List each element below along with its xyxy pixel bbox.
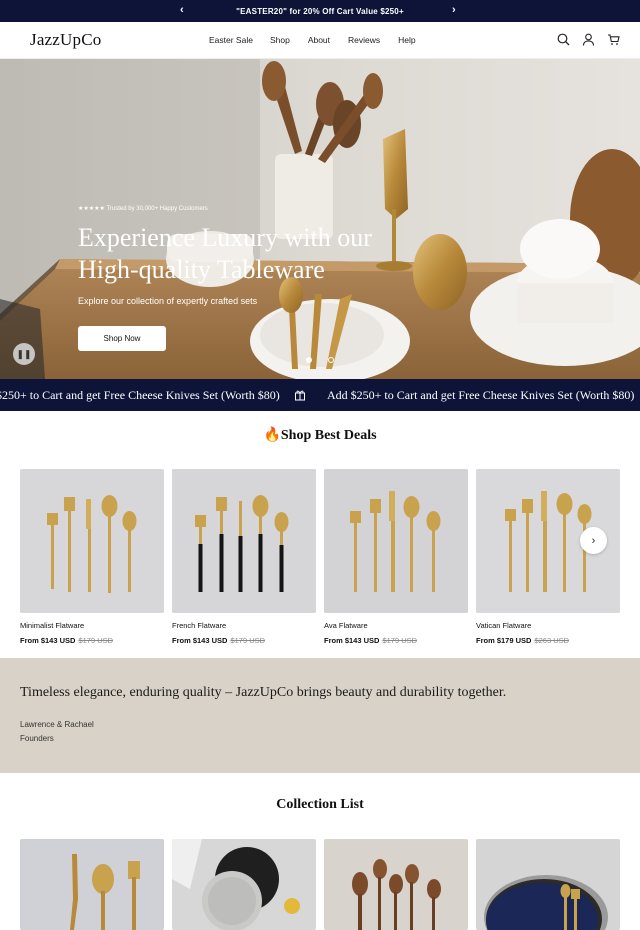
- collection-heading: Collection List: [276, 797, 364, 812]
- gift-icon: [294, 388, 306, 401]
- logo[interactable]: JazzUpCo: [30, 30, 101, 50]
- account-icon[interactable]: [582, 33, 595, 46]
- nav-help[interactable]: Help: [398, 35, 415, 45]
- product-price: From $179 USD $263 USD: [476, 636, 570, 645]
- product-card[interactable]: French Flatware From $143 USD $179 USD: [172, 469, 316, 645]
- slide-dots: [306, 357, 334, 363]
- hero-title: Experience Luxury with our High-quality …: [78, 223, 372, 284]
- product-image[interactable]: [324, 469, 468, 613]
- product-card[interactable]: Vatican Flatware From $179 USD $263 USD: [476, 469, 620, 645]
- pause-icon[interactable]: ❚❚: [13, 343, 35, 365]
- main-nav: Easter Sale Shop About Reviews Help: [209, 35, 416, 45]
- product-name[interactable]: Vatican Flatware: [476, 621, 620, 630]
- nav-easter-sale[interactable]: Easter Sale: [209, 35, 253, 45]
- announcement-bar: ‹ "EASTER20" for 20% Off Cart Value $250…: [0, 0, 640, 22]
- quote-author: Lawrence & Rachael: [20, 720, 94, 729]
- promo-marquee: $250+ to Cart and get Free Cheese Knives…: [0, 379, 640, 411]
- cart-icon[interactable]: [607, 33, 620, 46]
- collection-image[interactable]: [172, 839, 316, 930]
- product-price: From $143 USD $179 USD: [20, 636, 114, 645]
- trusted-badge: ★★★★★ Trusted by 30,000+ Happy Customers: [78, 206, 208, 212]
- product-image[interactable]: [172, 469, 316, 613]
- compare-price: $179 USD: [382, 636, 418, 645]
- product-name[interactable]: Ava Flatware: [324, 621, 468, 630]
- hero-banner: ★★★★★ Trusted by 30,000+ Happy Customers…: [0, 59, 640, 379]
- product-image[interactable]: [20, 469, 164, 613]
- founders-quote: Timeless elegance, enduring quality – Ja…: [0, 658, 640, 773]
- collection-card[interactable]: [324, 839, 468, 930]
- product-card[interactable]: Ava Flatware From $143 USD $179 USD: [324, 469, 468, 645]
- product-card[interactable]: Minimalist Flatware From $143 USD $179 US…: [20, 469, 164, 645]
- collection-card[interactable]: [172, 839, 316, 930]
- product-name[interactable]: French Flatware: [172, 621, 316, 630]
- deals-heading: 🔥Shop Best Deals: [263, 428, 377, 443]
- collection-card[interactable]: [20, 839, 164, 930]
- search-icon[interactable]: [557, 33, 570, 46]
- chevron-right-icon[interactable]: ›: [452, 4, 456, 16]
- hero-subtitle: Explore our collection of expertly craft…: [78, 296, 258, 306]
- product-price: From $143 USD $179 USD: [172, 636, 266, 645]
- quote-author-block: Lawrence & Rachael Founders: [20, 718, 94, 746]
- quote-role: Founders: [20, 734, 54, 743]
- quote-text: Timeless elegance, enduring quality – Ja…: [20, 685, 507, 700]
- site-header: JazzUpCo Easter Sale Shop About Reviews …: [0, 22, 640, 59]
- slide-dot-1[interactable]: [306, 357, 312, 363]
- compare-price: $179 USD: [230, 636, 266, 645]
- compare-price: $263 USD: [534, 636, 570, 645]
- product-price: From $143 USD $179 USD: [324, 636, 418, 645]
- collection-image[interactable]: [476, 839, 620, 930]
- marquee-text: Add $250+ to Cart and get Free Cheese Kn…: [327, 388, 635, 402]
- nav-shop[interactable]: Shop: [270, 35, 290, 45]
- announcement-text: "EASTER20" for 20% Off Cart Value $250+: [236, 6, 404, 16]
- product-name[interactable]: Minimalist Flatware: [20, 621, 164, 630]
- nav-reviews[interactable]: Reviews: [348, 35, 380, 45]
- marquee-text-clipped: $250+ to Cart and get Free Cheese Knives…: [0, 388, 280, 402]
- shop-now-button[interactable]: Shop Now: [78, 326, 166, 351]
- slide-dot-2[interactable]: [328, 357, 334, 363]
- collection-image[interactable]: [20, 839, 164, 930]
- chevron-left-icon[interactable]: ‹: [180, 4, 184, 16]
- collection-image[interactable]: [324, 839, 468, 930]
- collection-card[interactable]: [476, 839, 620, 930]
- chevron-right-icon[interactable]: ›: [580, 527, 607, 554]
- compare-price: $179 USD: [78, 636, 114, 645]
- nav-about[interactable]: About: [308, 35, 330, 45]
